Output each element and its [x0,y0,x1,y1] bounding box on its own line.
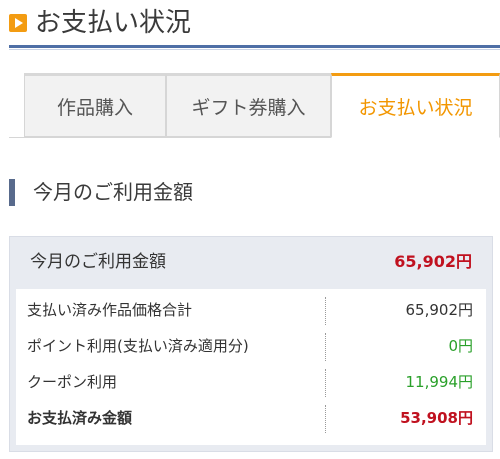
row-divider [325,369,326,397]
section-title: 今月のご利用金額 [33,180,193,204]
detail-label: お支払済み金額 [27,409,133,427]
summary-total-amount: 65,902円 [394,252,472,271]
detail-value: 65,902円 [405,301,474,319]
detail-value: 0円 [448,337,473,355]
monthly-usage-summary: 今月のご利用金額 65,902円 支払い済み作品価格合計 65,902円 ポイン… [9,236,493,452]
detail-value: 11,994円 [405,373,474,391]
page-header: お支払い状況 [0,0,500,50]
detail-row-amount-paid: お支払済み金額 53,908円 [16,401,486,437]
tab-work-purchase[interactable]: 作品購入 [24,73,166,137]
section-marker [9,179,15,206]
detail-label: 支払い済み作品価格合計 [27,301,193,319]
summary-header: 今月のご利用金額 65,902円 [10,237,492,289]
row-divider [325,405,326,433]
row-divider [325,297,326,325]
detail-row-paid-works-total: 支払い済み作品価格合計 65,902円 [16,293,486,329]
play-square-icon [9,14,27,32]
detail-label: ポイント利用(支払い済み適用分) [27,337,249,355]
tab-bar: 作品購入 ギフト券購入 お支払い状況 [9,73,500,138]
row-divider [325,333,326,361]
detail-label: クーポン利用 [27,373,118,391]
tab-gift-card-purchase[interactable]: ギフト券購入 [166,73,331,137]
detail-row-points-used: ポイント利用(支払い済み適用分) 0円 [16,329,486,365]
page-title: お支払い状況 [35,8,192,38]
tab-payment-status[interactable]: お支払い状況 [331,73,500,138]
header-divider [9,45,500,48]
header-divider-light [9,49,500,50]
detail-row-coupon-used: クーポン利用 11,994円 [16,365,486,401]
summary-details: 支払い済み作品価格合計 65,902円 ポイント利用(支払い済み適用分) 0円 … [16,289,486,445]
detail-value: 53,908円 [400,409,473,427]
summary-total-label: 今月のご利用金額 [30,252,166,272]
